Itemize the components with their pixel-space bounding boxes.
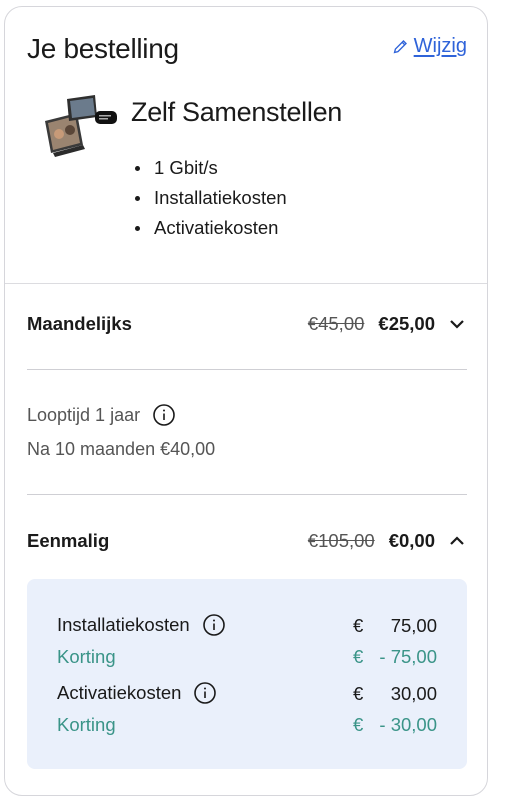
discount-label: Korting xyxy=(57,714,116,736)
one-time-label: Eenmalig xyxy=(27,530,110,551)
contract-duration: Looptijd 1 jaar xyxy=(27,403,176,427)
product-image xyxy=(45,95,117,157)
line-item-label: Installatiekosten xyxy=(57,613,226,637)
contract-after-text: Na 10 maanden €40,00 xyxy=(27,439,216,459)
edit-link[interactable]: Wijzig xyxy=(392,35,467,58)
divider xyxy=(27,494,467,495)
amount: 75,00 xyxy=(390,615,437,636)
monthly-new-price: €25,00 xyxy=(378,313,435,334)
divider xyxy=(5,283,487,284)
feature-list: 1 Gbit/s Installatiekosten Activatiekost… xyxy=(131,153,287,243)
one-time-old-price: €105,00 xyxy=(307,530,375,551)
list-item: Activatiekosten xyxy=(131,213,287,243)
edit-label: Wijzig xyxy=(413,35,467,57)
currency: € xyxy=(353,646,364,667)
order-summary-card: Je bestelling Wijzig Zelf Samenstellen 1… xyxy=(4,6,488,796)
chevron-down-icon[interactable] xyxy=(447,314,467,334)
discount-text: Korting xyxy=(57,714,116,735)
info-icon[interactable] xyxy=(193,681,217,705)
discount-text: Korting xyxy=(57,646,116,667)
contract-duration-text: Looptijd 1 jaar xyxy=(27,404,141,425)
chevron-up-icon[interactable] xyxy=(447,531,467,551)
list-item: 1 Gbit/s xyxy=(131,153,287,183)
monthly-row[interactable]: Maandelijks €45,00 €25,00 xyxy=(27,313,467,335)
discount-amount: - 75,00 xyxy=(379,646,437,667)
product-name: Zelf Samenstellen xyxy=(131,97,343,127)
monthly-label: Maandelijks xyxy=(27,313,132,334)
info-icon[interactable] xyxy=(202,613,226,637)
one-time-details: Installatiekosten € 75,00 Korting € - 75… xyxy=(27,579,467,769)
discount-amount: - 30,00 xyxy=(379,714,437,735)
pencil-icon xyxy=(393,40,407,54)
page-title: Je bestelling xyxy=(27,33,179,64)
amount: 30,00 xyxy=(390,683,437,704)
monthly-old-price: €45,00 xyxy=(307,313,365,334)
one-time-new-price: €0,00 xyxy=(388,530,435,551)
currency: € xyxy=(353,714,364,735)
one-time-row[interactable]: Eenmalig €105,00 €0,00 xyxy=(27,530,467,552)
list-item: Installatiekosten xyxy=(131,183,287,213)
currency: € xyxy=(353,615,364,636)
line-item-label: Activatiekosten xyxy=(57,681,217,705)
info-icon[interactable] xyxy=(152,403,176,427)
divider xyxy=(27,369,467,370)
activation-label: Activatiekosten xyxy=(57,682,182,703)
contract-after: Na 10 maanden €40,00 xyxy=(27,439,215,460)
currency: € xyxy=(353,683,364,704)
discount-label: Korting xyxy=(57,646,116,668)
installation-label: Installatiekosten xyxy=(57,614,190,635)
